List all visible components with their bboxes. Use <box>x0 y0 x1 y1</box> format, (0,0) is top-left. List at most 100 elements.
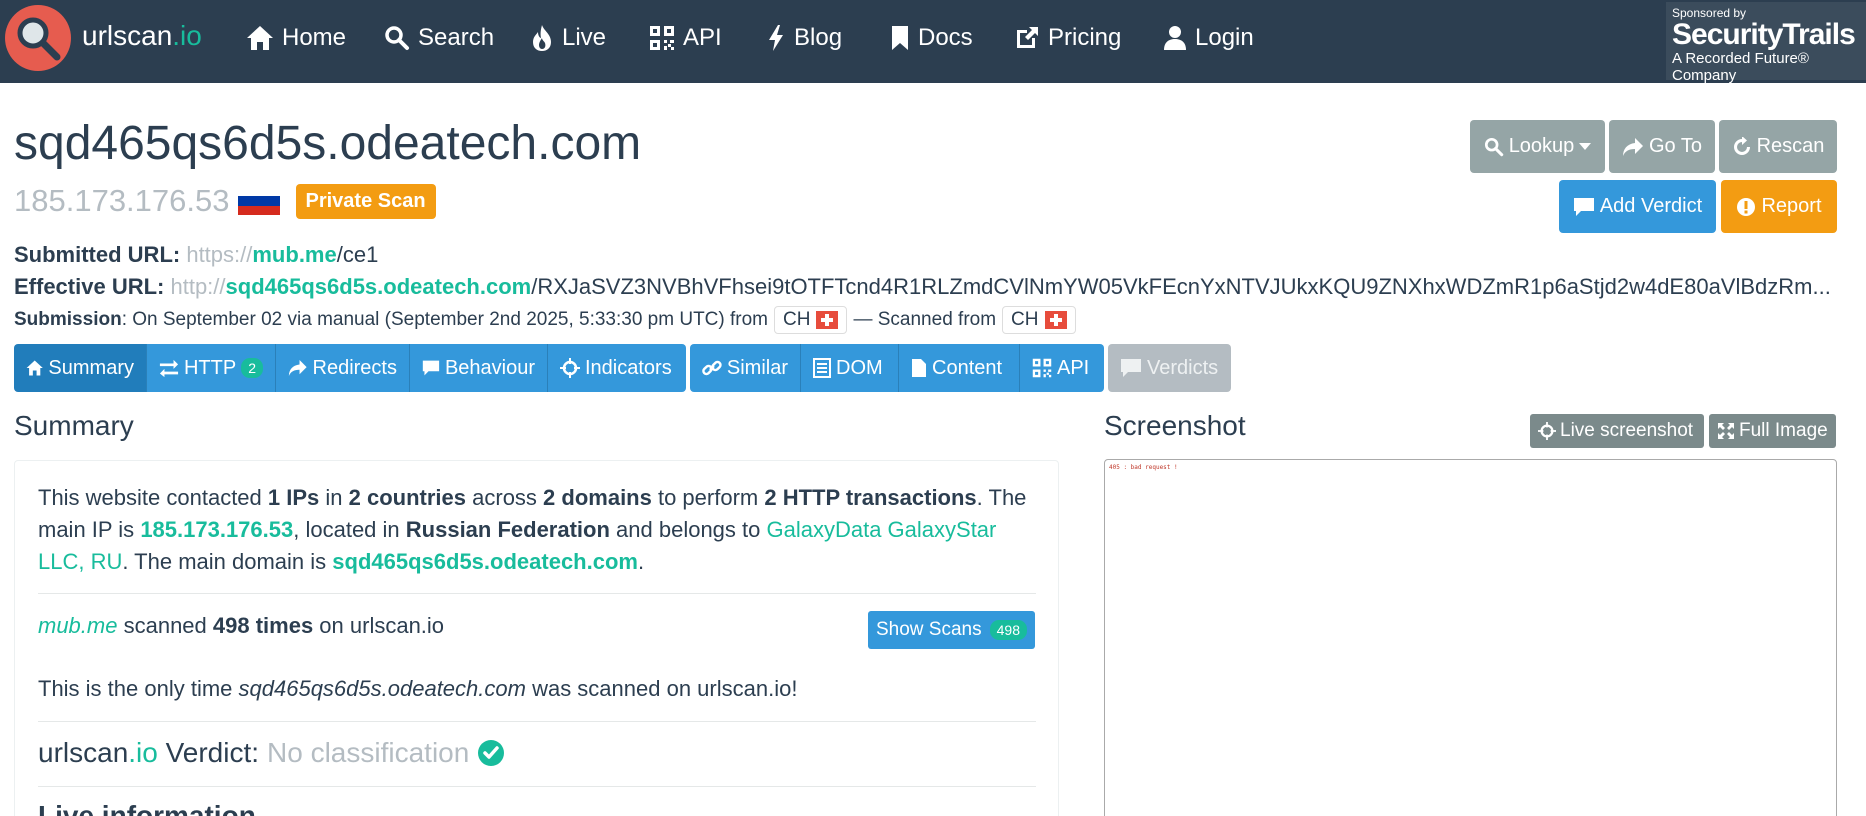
verdicts-tab-group: Verdicts <box>1108 344 1231 392</box>
report-button[interactable]: Report <box>1721 180 1837 233</box>
from-country-chip: CH <box>774 306 848 334</box>
summary-country-count: 2 countries <box>348 485 467 510</box>
divider <box>38 721 1036 722</box>
add-verdict-label: Add Verdict <box>1599 195 1703 217</box>
main-domain-link[interactable]: sqd465qs6d5s.odeatech.com <box>332 549 638 574</box>
link-icon <box>702 360 722 376</box>
only-scan-line: This is the only time sqd465qs6d5s.odeat… <box>38 673 1038 705</box>
full-image-label: Full Image <box>1739 420 1828 441</box>
scanned-from-text: — Scanned from <box>853 309 997 330</box>
tab-api[interactable]: API <box>1020 344 1104 392</box>
user-icon <box>1164 26 1186 50</box>
nav-docs[interactable]: Docs <box>890 20 973 56</box>
nav-home[interactable]: Home <box>246 20 346 56</box>
home-icon <box>247 26 273 50</box>
search-icon <box>1484 137 1503 156</box>
summary-text: and belongs to <box>609 517 767 542</box>
full-image-button[interactable]: Full Image <box>1709 414 1836 448</box>
show-scans-button[interactable]: Show Scans 498 <box>868 611 1035 649</box>
scanned-domain-link[interactable]: mub.me <box>38 613 117 638</box>
effective-url-host[interactable]: sqd465qs6d5s.odeatech.com <box>226 274 532 299</box>
tab-behaviour[interactable]: Behaviour <box>410 344 548 392</box>
comment-icon <box>1573 197 1594 216</box>
sponsor-name: SecurityTrails <box>1672 18 1856 51</box>
summary-text: This website contacted <box>38 485 268 510</box>
ip-line: 185.173.176.53 Private Scan <box>14 183 436 219</box>
only-text: This is the only time <box>38 676 239 701</box>
swiss-flag-icon <box>816 311 839 329</box>
tab-verdicts-label: Verdicts <box>1147 356 1219 379</box>
tab-indicators-label: Indicators <box>585 356 672 379</box>
nav-live[interactable]: Live <box>530 20 606 56</box>
submitted-url-host[interactable]: mub.me <box>252 242 336 267</box>
tab-dom[interactable]: DOM <box>801 344 899 392</box>
urlscan-logo-icon[interactable] <box>5 5 71 71</box>
summary-paragraph: This website contacted 1 IPs in 2 countr… <box>38 482 1038 578</box>
summary-text: in <box>319 485 349 510</box>
qrcode-icon <box>650 26 674 50</box>
main-ip-link[interactable]: 185.173.176.53 <box>140 517 293 542</box>
summary-text: , located in <box>293 517 406 542</box>
nav-search-label: Search <box>418 24 495 51</box>
effective-url-label: Effective URL: <box>14 274 165 299</box>
add-verdict-button[interactable]: Add Verdict <box>1559 180 1716 233</box>
nav-login[interactable]: Login <box>1163 20 1254 56</box>
refresh-icon <box>1733 136 1750 155</box>
summary-ip-count: 1 IPs <box>267 485 320 510</box>
main-ip: 185.173.176.53 <box>14 183 230 218</box>
comment-icon <box>1121 359 1141 377</box>
brand-name[interactable]: urlscan.io <box>82 20 202 52</box>
nav-blog[interactable]: Blog <box>766 20 842 56</box>
nav-home-label: Home <box>282 24 347 51</box>
screenshot-content-text: 405 : bad request ! <box>1109 464 1178 471</box>
summary-heading: Summary <box>14 410 134 441</box>
nav-api[interactable]: API <box>649 20 722 56</box>
scanned-country-code: CH <box>1011 309 1039 330</box>
only-text: was scanned on urlscan.io! <box>525 676 798 701</box>
submitted-url-path: /ce1 <box>336 242 379 267</box>
tab-similar[interactable]: Similar <box>690 344 801 392</box>
exchange-icon <box>159 359 179 378</box>
sponsor-line3: A Recorded Future® Company <box>1672 50 1809 84</box>
check-circle-icon <box>478 740 505 766</box>
fire-icon <box>533 25 551 51</box>
tab-indicators[interactable]: Indicators <box>548 344 686 392</box>
rescan-button[interactable]: Rescan <box>1719 120 1837 173</box>
tab-content[interactable]: Content <box>899 344 1020 392</box>
verdict-tld: .io <box>128 737 158 768</box>
nav-pricing[interactable]: Pricing <box>1014 20 1121 56</box>
verdict-value: No classification <box>267 737 470 768</box>
verdict-brand-text: urlscan.io Verdict: <box>38 737 259 769</box>
tab-redirects-label: Redirects <box>312 356 397 379</box>
lookup-button[interactable]: Lookup <box>1470 120 1605 173</box>
tab-redirects[interactable]: Redirects <box>276 344 410 392</box>
sponsor-banner[interactable]: Sponsored by SecurityTrails A Recorded F… <box>1666 2 1866 84</box>
tab-summary[interactable]: Summary <box>14 344 147 392</box>
tab-http-label: HTTP <box>183 356 237 379</box>
verdict-label: Verdict: <box>157 737 260 768</box>
summary-text: to perform <box>651 485 765 510</box>
list-icon <box>813 358 831 378</box>
main-tabs-group: Summary HTTP 2 Redirects Behaviour Indic… <box>14 344 686 392</box>
external-link-icon <box>1017 27 1038 48</box>
verdict-line: urlscan.io Verdict: No classification <box>38 737 505 769</box>
live-screenshot-label: Live screenshot <box>1560 420 1694 441</box>
tab-http[interactable]: HTTP 2 <box>147 344 276 392</box>
screenshot-image[interactable]: 405 : bad request ! <box>1104 459 1837 816</box>
nav-pricing-label: Pricing <box>1048 24 1122 51</box>
file-icon <box>912 359 926 377</box>
main-country: Russian Federation <box>405 517 610 542</box>
submission-label: Submission <box>14 309 122 330</box>
effective-url-path: /RXJaSVZ3NVBhVFhsei9tOTFTcnd4R1RLZmdCVlN… <box>531 274 1831 299</box>
top-navbar: urlscan.io Home Search Live API Blog Doc… <box>0 0 1866 84</box>
goto-button[interactable]: Go To <box>1609 120 1715 173</box>
submitted-url-label: Submitted URL: <box>14 242 181 267</box>
russia-flag-icon <box>237 187 280 215</box>
tab-verdicts[interactable]: Verdicts <box>1108 344 1231 392</box>
scan-text: scanned <box>117 613 213 638</box>
nav-docs-label: Docs <box>918 24 973 51</box>
live-screenshot-button[interactable]: Live screenshot <box>1530 414 1704 448</box>
summary-text: across <box>466 485 544 510</box>
secondary-tabs-group: Similar DOM Content API <box>690 344 1104 392</box>
nav-search[interactable]: Search <box>384 20 494 56</box>
